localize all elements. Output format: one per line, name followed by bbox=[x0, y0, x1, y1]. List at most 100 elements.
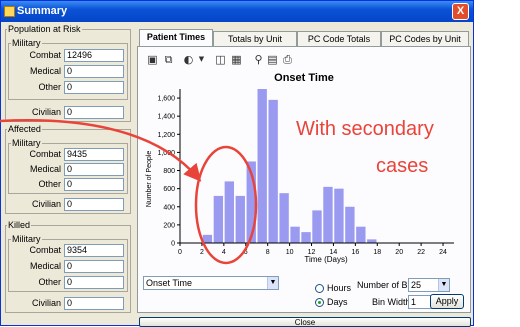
affected-medical-label: Medical bbox=[29, 164, 61, 174]
x-tick-label: 14 bbox=[330, 249, 338, 256]
histogram-bar bbox=[268, 99, 278, 243]
tab-pc-code-totals[interactable]: PC Code Totals bbox=[297, 31, 381, 46]
zoom-icon[interactable]: ⚲ bbox=[252, 53, 265, 66]
population-medical-field[interactable]: 0 bbox=[64, 65, 124, 78]
x-tick-label: 18 bbox=[373, 249, 381, 256]
palette-icon[interactable]: ◐ bbox=[182, 53, 195, 66]
y-tick-label: 400 bbox=[163, 204, 175, 211]
killed-civilian-label: Civilian bbox=[31, 298, 61, 308]
population-civilian-label: Civilian bbox=[31, 107, 61, 117]
killed-civilian-field[interactable]: 0 bbox=[64, 297, 124, 310]
x-axis-label: Time (Days) bbox=[304, 255, 348, 264]
y-tick-label: 1,200 bbox=[157, 132, 175, 139]
histogram-bar bbox=[345, 206, 355, 243]
copy-icon[interactable]: ⧉ bbox=[162, 53, 175, 66]
hours-label: Hours bbox=[327, 283, 352, 293]
series-select-value: Onset Time bbox=[146, 278, 193, 288]
window-title: Summary bbox=[17, 5, 68, 17]
affected-group-label: Affected bbox=[7, 124, 42, 134]
hours-radio[interactable] bbox=[315, 284, 324, 293]
x-tick-label: 2 bbox=[200, 249, 204, 256]
population-other-field[interactable]: 0 bbox=[64, 81, 124, 94]
close-window-button[interactable]: X bbox=[452, 3, 469, 20]
x-tick-label: 10 bbox=[286, 249, 294, 256]
x-tick-label: 0 bbox=[178, 249, 182, 256]
x-tick-label: 6 bbox=[244, 249, 248, 256]
histogram-bar bbox=[224, 181, 234, 243]
bins-select-value: 25 bbox=[411, 280, 422, 290]
population-group-label: Population at Risk bbox=[7, 24, 82, 34]
affected-civilian-label: Civilian bbox=[31, 199, 61, 209]
bins-select[interactable]: 25 ▼ bbox=[408, 278, 450, 292]
patient-times-panel: ▣ ⧉ ◐ ▼ ◫ ▦ ⚲ ▤ ⎙ Onset Time Number of P… bbox=[137, 46, 471, 313]
tab-pc-codes-by-unit[interactable]: PC Codes by Unit bbox=[381, 31, 469, 46]
tab-patient-times[interactable]: Patient Times bbox=[139, 29, 213, 46]
histogram-bar bbox=[257, 89, 267, 243]
save-icon[interactable]: ▣ bbox=[146, 53, 159, 66]
histogram-bar bbox=[356, 226, 366, 243]
series-select[interactable]: Onset Time ▼ bbox=[143, 276, 279, 290]
histogram-bar bbox=[367, 239, 377, 243]
x-tick-label: 24 bbox=[439, 249, 447, 256]
affected-combat-label: Combat bbox=[29, 149, 61, 159]
y-tick-label: 1,000 bbox=[157, 150, 175, 157]
killed-combat-label: Combat bbox=[29, 245, 61, 255]
x-tick-label: 22 bbox=[417, 249, 425, 256]
affected-other-label: Other bbox=[38, 179, 61, 189]
x-tick-label: 8 bbox=[266, 249, 270, 256]
histogram-bar bbox=[246, 161, 256, 243]
days-label: Days bbox=[327, 297, 348, 307]
y-tick-label: 800 bbox=[163, 168, 175, 175]
population-combat-label: Combat bbox=[29, 50, 61, 60]
y-axis-label: Number of People bbox=[146, 151, 153, 208]
x-tick-label: 16 bbox=[351, 249, 359, 256]
histogram-bar bbox=[213, 195, 224, 243]
annotation-line2: cases bbox=[376, 155, 429, 177]
killed-combat-field[interactable]: 9354 bbox=[64, 244, 124, 257]
bin-width-label: Bin Width bbox=[372, 297, 411, 307]
affected-military-label: Military bbox=[11, 138, 42, 148]
y-tick-label: 1,600 bbox=[157, 96, 175, 103]
histogram-bar bbox=[290, 226, 300, 243]
chart-view-icon[interactable]: ◫ bbox=[214, 53, 227, 66]
killed-group-label: Killed bbox=[7, 220, 32, 230]
table-view-icon[interactable]: ▦ bbox=[230, 53, 243, 66]
histogram-bar bbox=[312, 210, 322, 243]
x-tick-label: 4 bbox=[222, 249, 226, 256]
affected-medical-field[interactable]: 0 bbox=[64, 163, 124, 176]
histogram-bar bbox=[301, 232, 311, 243]
chevron-down-icon[interactable]: ▼ bbox=[438, 279, 449, 291]
tab-totals-by-unit[interactable]: Totals by Unit bbox=[213, 31, 297, 46]
affected-other-field[interactable]: 0 bbox=[64, 178, 124, 191]
y-tick-label: 1,400 bbox=[157, 114, 175, 121]
population-combat-field[interactable]: 12496 bbox=[64, 49, 124, 62]
histogram-bar bbox=[334, 188, 344, 243]
app-icon bbox=[4, 6, 15, 17]
x-tick-label: 12 bbox=[308, 249, 316, 256]
population-medical-label: Medical bbox=[29, 66, 61, 76]
population-military-label: Military bbox=[11, 38, 42, 48]
y-tick-label: 0 bbox=[171, 241, 175, 248]
chevron-down-icon[interactable]: ▼ bbox=[267, 277, 278, 289]
histogram-bar bbox=[323, 186, 333, 243]
affected-combat-field[interactable]: 9435 bbox=[64, 148, 124, 161]
y-tick-label: 200 bbox=[163, 222, 175, 229]
killed-other-label: Other bbox=[38, 277, 61, 287]
killed-medical-label: Medical bbox=[29, 261, 61, 271]
x-tick-label: 20 bbox=[395, 249, 403, 256]
killed-medical-field[interactable]: 0 bbox=[64, 260, 124, 273]
print-preview-icon[interactable]: ▤ bbox=[266, 53, 279, 66]
population-civilian-field[interactable]: 0 bbox=[64, 106, 124, 119]
killed-other-field[interactable]: 0 bbox=[64, 276, 124, 289]
apply-button[interactable]: Apply bbox=[430, 294, 464, 309]
dropdown-icon[interactable]: ▼ bbox=[195, 53, 208, 66]
days-radio[interactable] bbox=[315, 298, 324, 307]
chart-title: Onset Time bbox=[274, 72, 334, 84]
histogram-bar bbox=[279, 193, 289, 243]
histogram-bar bbox=[235, 195, 245, 243]
histogram-bar bbox=[202, 234, 213, 243]
population-other-label: Other bbox=[38, 82, 61, 92]
affected-civilian-field[interactable]: 0 bbox=[64, 198, 124, 211]
print-icon[interactable]: ⎙ bbox=[281, 53, 294, 66]
annotation-line1: With secondary bbox=[296, 118, 434, 140]
